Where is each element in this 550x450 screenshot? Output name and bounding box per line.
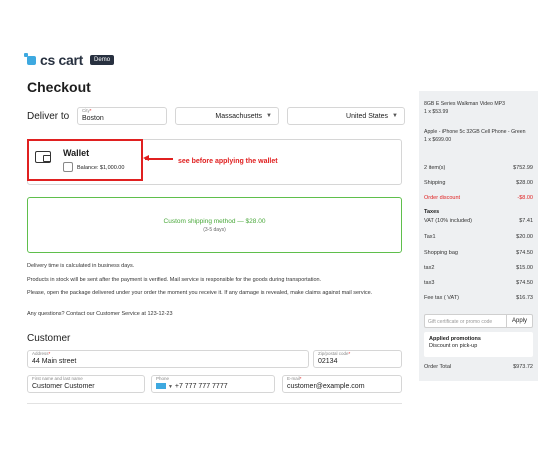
chevron-down-icon: ▼ bbox=[392, 113, 398, 119]
summary-shipping-line: Shipping $28.00 bbox=[424, 180, 533, 186]
wallet-highlight-box: Wallet Balance: $1,000.00 bbox=[27, 139, 143, 181]
wallet-balance: Balance: $1,000.00 bbox=[77, 165, 125, 171]
summary-label: Order discount bbox=[424, 195, 461, 201]
shipping-method-days: (3-5 days) bbox=[203, 227, 226, 233]
demo-badge: Demo bbox=[90, 55, 115, 65]
state-value: Massachusetts bbox=[215, 112, 263, 120]
tax-label: Fee tax ( VAT) bbox=[424, 295, 459, 301]
tax-label: Shopping bag bbox=[424, 250, 458, 256]
summary-discount-line: Order discount -$8.00 bbox=[424, 195, 533, 201]
tax-label: tax3 bbox=[424, 280, 435, 286]
brand-logo[interactable]: cs cart Demo bbox=[24, 52, 115, 68]
applied-promotion-item: Discount on pick-up bbox=[429, 343, 478, 350]
cs-cart-logo-icon bbox=[24, 52, 36, 65]
address-field[interactable]: Address* 44 Main street bbox=[27, 350, 309, 368]
chevron-down-icon: ▼ bbox=[266, 113, 272, 119]
info-stock: Products in stock will be sent after the… bbox=[27, 277, 322, 283]
promo-code-input[interactable]: Gift certificate or promo code bbox=[424, 314, 507, 328]
info-contact: Any questions? Contact our Customer Serv… bbox=[27, 311, 173, 317]
tax-line: Tax1 $20.00 bbox=[424, 234, 533, 240]
tax-value: $20.00 bbox=[516, 234, 533, 240]
tax-value: $15.00 bbox=[516, 265, 533, 271]
summary-items-line: 2 item(s) $752.99 bbox=[424, 165, 533, 171]
tax-line: Fee tax ( VAT) $16.73 bbox=[424, 295, 533, 301]
phone-field-label: Phone bbox=[156, 376, 170, 381]
wallet-title: Wallet bbox=[63, 148, 90, 158]
customer-section-title: Customer bbox=[27, 333, 71, 344]
promo-code-form: Gift certificate or promo code Apply bbox=[424, 314, 533, 328]
page-title: Checkout bbox=[27, 79, 91, 95]
brand-name: cs cart bbox=[40, 52, 84, 68]
zip-field[interactable]: Zip/postal code* 02134 bbox=[313, 350, 402, 368]
tax-value: $16.73 bbox=[516, 295, 533, 301]
email-field[interactable]: E-mail* customer@example.com bbox=[282, 375, 402, 393]
tax-line: tax3 $74.50 bbox=[424, 280, 533, 286]
product-qty: 1 x $699.00 bbox=[424, 136, 452, 143]
tax-line: VAT (10% included) $7.41 bbox=[424, 218, 533, 224]
name-field[interactable]: First name and last name Customer Custom… bbox=[27, 375, 145, 393]
order-total-label: Order Total bbox=[424, 364, 452, 370]
wallet-icon bbox=[35, 151, 51, 163]
taxes-title: Taxes bbox=[424, 209, 440, 215]
applied-promotions: Applied promotions Discount on pick-up bbox=[424, 332, 533, 357]
summary-value: $752.99 bbox=[513, 165, 533, 171]
info-delivery-time: Delivery time is calculated in business … bbox=[27, 263, 135, 269]
country-value: United States bbox=[346, 112, 389, 120]
deliver-to-row: Deliver to City* Boston Massachusetts ▼ … bbox=[27, 107, 405, 125]
tax-label: tax2 bbox=[424, 265, 435, 271]
city-value: Boston bbox=[82, 115, 104, 122]
product-name: 8GB E Series Walkman Video MP3 bbox=[424, 101, 506, 107]
summary-label: 2 item(s) bbox=[424, 165, 446, 171]
order-total-value: $973.72 bbox=[513, 364, 533, 370]
tax-value: $74.50 bbox=[516, 280, 533, 286]
order-summary: 8GB E Series Walkman Video MP3 1 x $53.9… bbox=[419, 91, 538, 381]
summary-value: $28.00 bbox=[516, 180, 533, 186]
phone-value: +7 777 777 7777 bbox=[174, 383, 228, 390]
email-field-label: E-mail bbox=[287, 376, 300, 381]
flag-icon[interactable] bbox=[156, 383, 166, 390]
summary-product[interactable]: 8GB E Series Walkman Video MP3 1 x $53.9… bbox=[424, 101, 533, 116]
annotation-text: see before applying the wallet bbox=[178, 158, 278, 165]
apply-button[interactable]: Apply bbox=[507, 314, 533, 328]
chevron-down-icon: ▼ bbox=[167, 384, 173, 390]
product-name: Apple - iPhone 5c 32GB Cell Phone - Gree… bbox=[424, 129, 526, 135]
name-field-label: First name and last name bbox=[32, 376, 83, 381]
tax-label: Tax1 bbox=[424, 234, 436, 240]
summary-product[interactable]: Apple - iPhone 5c 32GB Cell Phone - Gree… bbox=[424, 129, 533, 144]
tax-value: $7.41 bbox=[519, 218, 533, 224]
name-value: Customer Customer bbox=[32, 383, 95, 390]
address-value: 44 Main street bbox=[32, 358, 77, 365]
tax-line: Shopping bag $74.50 bbox=[424, 250, 533, 256]
address-field-label: Address bbox=[32, 351, 49, 356]
tax-line: tax2 $15.00 bbox=[424, 265, 533, 271]
city-field[interactable]: City* Boston bbox=[77, 107, 167, 125]
tax-value: $74.50 bbox=[516, 250, 533, 256]
shipping-method-option[interactable]: Custom shipping method — $28.00 (3-5 day… bbox=[27, 197, 402, 253]
product-qty: 1 x $53.99 bbox=[424, 108, 449, 115]
wallet-checkbox[interactable] bbox=[63, 162, 73, 172]
email-value: customer@example.com bbox=[287, 383, 365, 390]
city-field-label: City bbox=[82, 108, 90, 113]
shipping-method-name: Custom shipping method — $28.00 bbox=[163, 218, 266, 225]
tax-label: VAT (10% included) bbox=[424, 218, 472, 224]
zip-field-label: Zip/postal code bbox=[318, 351, 349, 356]
summary-label: Shipping bbox=[424, 180, 446, 186]
state-select[interactable]: Massachusetts ▼ bbox=[175, 107, 279, 125]
order-total-line: Order Total $973.72 bbox=[424, 364, 533, 370]
section-divider bbox=[27, 403, 402, 404]
summary-value: -$8.00 bbox=[517, 195, 533, 201]
annotation-arrow-icon bbox=[143, 155, 173, 161]
zip-value: 02134 bbox=[318, 358, 338, 365]
deliver-to-label: Deliver to bbox=[27, 110, 70, 122]
applied-promotions-title: Applied promotions bbox=[429, 336, 481, 342]
phone-field[interactable]: Phone ▼ +7 777 777 7777 bbox=[151, 375, 275, 393]
country-select[interactable]: United States ▼ bbox=[287, 107, 405, 125]
info-package: Please, open the package delivered under… bbox=[27, 290, 373, 296]
